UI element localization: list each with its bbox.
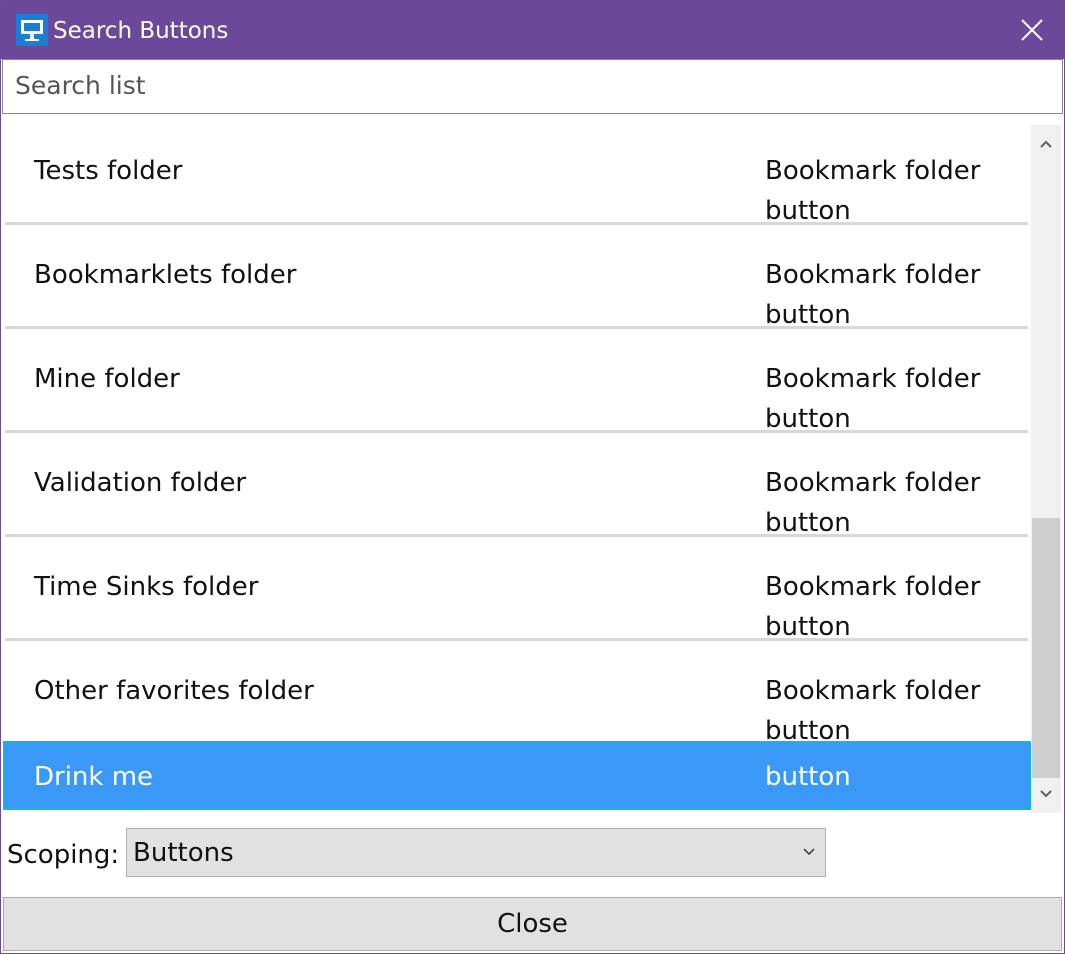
chevron-down-icon [803, 848, 815, 856]
scoping-selected-value: Buttons [133, 838, 234, 868]
chevron-down-icon[interactable] [1031, 777, 1061, 813]
item-name: Tests folder [34, 156, 183, 186]
item-type: Bookmark folder button [765, 676, 981, 746]
item-name: Mine folder [34, 364, 180, 394]
item-name: Bookmarklets folder [34, 260, 297, 290]
item-name: Time Sinks folder [34, 572, 259, 602]
results-list[interactable]: Tests folder Bookmark folder button Book… [3, 113, 1061, 813]
scoping-dropdown[interactable]: Buttons [126, 828, 826, 877]
item-type: Bookmark folder button [765, 468, 981, 538]
close-button[interactable]: Close [3, 897, 1062, 951]
list-item-selected[interactable]: Drink me button [3, 741, 1032, 810]
list-item[interactable]: Mine folder Bookmark folder button [5, 333, 1028, 434]
vertical-scrollbar[interactable] [1031, 125, 1061, 813]
search-field[interactable] [2, 59, 1063, 114]
list-item[interactable]: Validation folder Bookmark folder button [5, 437, 1028, 538]
title-bar: Search Buttons [1, 1, 1064, 59]
list-item[interactable]: Tests folder Bookmark folder button [5, 125, 1028, 226]
list-item[interactable]: Bookmarklets folder Bookmark folder butt… [5, 229, 1028, 330]
close-icon[interactable] [1012, 10, 1052, 50]
window-title: Search Buttons [53, 18, 229, 44]
item-type: Bookmark folder button [765, 572, 981, 642]
item-type: Bookmark folder button [765, 260, 981, 330]
item-name: Drink me [34, 762, 154, 792]
item-type: Bookmark folder button [765, 156, 981, 226]
search-input[interactable] [3, 60, 1055, 111]
close-button-label: Close [497, 909, 568, 939]
item-type: button [765, 762, 851, 792]
item-name: Validation folder [34, 468, 247, 498]
list-item[interactable]: Other favorites folder Bookmark folder b… [5, 645, 1028, 746]
app-icon [16, 14, 48, 46]
scrollbar-thumb[interactable] [1032, 518, 1060, 778]
scoping-label: Scoping: [7, 840, 120, 870]
search-buttons-window: Search Buttons Tests folder Bookmark fol… [0, 0, 1065, 954]
list-item[interactable]: Time Sinks folder Bookmark folder button [5, 541, 1028, 642]
item-name: Other favorites folder [34, 676, 314, 706]
chevron-up-icon[interactable] [1031, 125, 1061, 161]
item-type: Bookmark folder button [765, 364, 981, 434]
